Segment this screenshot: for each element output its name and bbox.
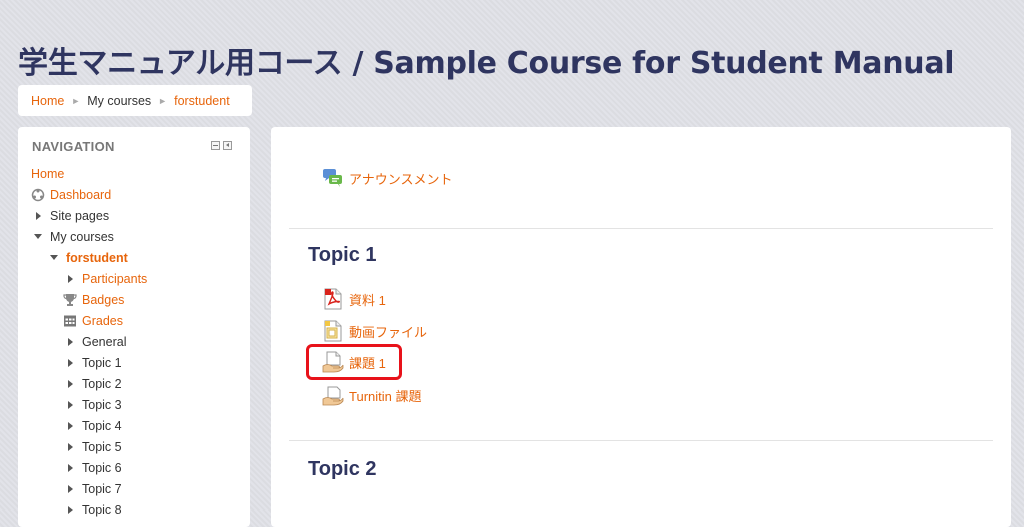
nav-item-label: Topic 7 (82, 481, 122, 496)
forum-icon (322, 167, 344, 189)
activity-label: Turnitin 課題 (349, 388, 422, 404)
breadcrumb-course-link[interactable]: forstudent (174, 94, 230, 108)
nav-item-label: Badges (82, 292, 125, 307)
nav-item-label: Topic 4 (82, 418, 122, 433)
activity-turnitin[interactable]: Turnitin 課題 (322, 384, 421, 406)
breadcrumb-my-courses[interactable]: My courses (87, 94, 151, 108)
activity-label: 資料 1 (349, 292, 386, 308)
nav-item-label: Grades (82, 313, 123, 328)
nav-item-label: Topic 2 (82, 376, 122, 391)
nav-item-label: Site pages (50, 208, 110, 223)
nav-item-topic-6[interactable]: Topic 6 (66, 457, 122, 478)
nav-item-dashboard[interactable]: Dashboard (31, 184, 111, 205)
expand-arrow-icon (68, 484, 73, 493)
collapse-arrow-icon (34, 234, 42, 239)
trophy-icon (63, 293, 77, 307)
nav-item-badges[interactable]: Badges (63, 289, 124, 310)
navigation-title: NAVIGATION (32, 139, 115, 154)
grades-table-icon (63, 314, 77, 328)
nav-item-label: Topic 1 (82, 355, 122, 370)
section-divider (289, 228, 993, 229)
expand-arrow-icon (68, 337, 73, 346)
pdf-icon (322, 288, 344, 310)
page-title: 学生マニュアル用コース / Sample Course for Student … (18, 46, 955, 81)
collapse-arrow-icon (50, 255, 58, 260)
nav-item-label: Participants (82, 271, 148, 286)
nav-item-label: Topic 6 (82, 460, 122, 475)
expand-arrow-icon (68, 358, 73, 367)
activity-label: 動画ファイル (349, 324, 428, 340)
nav-item-label: forstudent (66, 250, 128, 265)
activity-announcements[interactable]: アナウンスメント (322, 167, 452, 189)
nav-item-label: Topic 5 (82, 439, 122, 454)
nav-item-general[interactable]: General (66, 331, 126, 352)
course-content: アナウンスメント Topic 1 資料 1 動画ファイル 課題 1 Turnit… (271, 127, 1011, 527)
expand-arrow-icon (36, 211, 41, 220)
section-title-topic-2: Topic 2 (308, 458, 377, 480)
nav-item-topic-1[interactable]: Topic 1 (66, 352, 122, 373)
nav-item-topic-3[interactable]: Topic 3 (66, 394, 122, 415)
activity-video-file[interactable]: 動画ファイル (322, 320, 427, 342)
expand-arrow-icon (68, 400, 73, 409)
activity-material-1[interactable]: 資料 1 (322, 288, 386, 310)
navigation-block: NAVIGATION Home Dashboard Site pages My … (18, 127, 250, 527)
nav-item-my-courses[interactable]: My courses (34, 226, 114, 247)
minimize-block-icon[interactable] (211, 141, 220, 150)
expand-arrow-icon (68, 442, 73, 451)
nav-item-forstudent[interactable]: forstudent (50, 247, 128, 268)
nav-item-grades[interactable]: Grades (63, 310, 123, 331)
section-divider (289, 440, 993, 441)
nav-item-label: Dashboard (50, 187, 112, 202)
breadcrumb: Home ► My courses ► forstudent (18, 85, 252, 116)
nav-item-home[interactable]: Home (31, 163, 64, 184)
nav-item-topic-4[interactable]: Topic 4 (66, 415, 122, 436)
nav-item-label: My courses (50, 229, 114, 244)
video-file-icon (322, 320, 344, 342)
nav-item-site-pages[interactable]: Site pages (34, 205, 109, 226)
expand-arrow-icon (68, 421, 73, 430)
nav-item-topic-7[interactable]: Topic 7 (66, 478, 122, 499)
nav-item-topic-5[interactable]: Topic 5 (66, 436, 122, 457)
dashboard-icon (31, 188, 45, 202)
dock-block-icon[interactable] (223, 141, 232, 150)
expand-arrow-icon (68, 463, 73, 472)
highlight-box (306, 344, 402, 380)
activity-label: アナウンスメント (349, 171, 453, 187)
breadcrumb-home-link[interactable]: Home (31, 94, 64, 108)
turnitin-icon (322, 384, 344, 406)
nav-item-label: General (82, 334, 127, 349)
breadcrumb-separator-icon: ► (71, 95, 81, 106)
nav-item-label: Topic 3 (82, 397, 122, 412)
expand-arrow-icon (68, 379, 73, 388)
breadcrumb-separator-icon: ► (158, 95, 168, 106)
expand-arrow-icon (68, 274, 73, 283)
nav-item-participants[interactable]: Participants (66, 268, 147, 289)
nav-item-topic-2[interactable]: Topic 2 (66, 373, 122, 394)
section-title-topic-1: Topic 1 (308, 244, 377, 266)
nav-item-label: Home (31, 166, 65, 181)
